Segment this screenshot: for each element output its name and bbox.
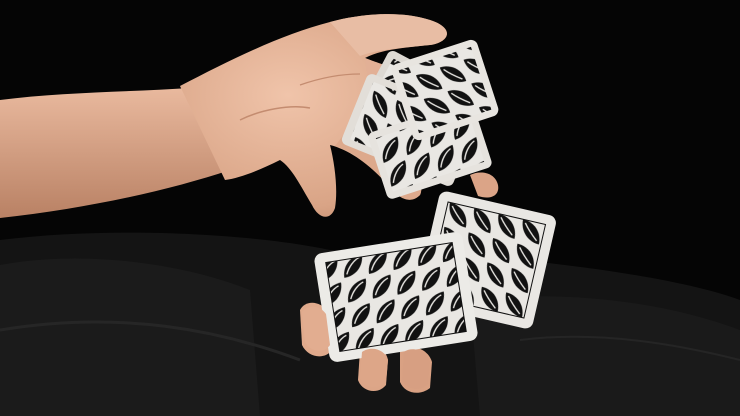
scene-canvas bbox=[0, 0, 740, 416]
card-front bbox=[314, 232, 478, 362]
photo-scene bbox=[0, 0, 740, 416]
